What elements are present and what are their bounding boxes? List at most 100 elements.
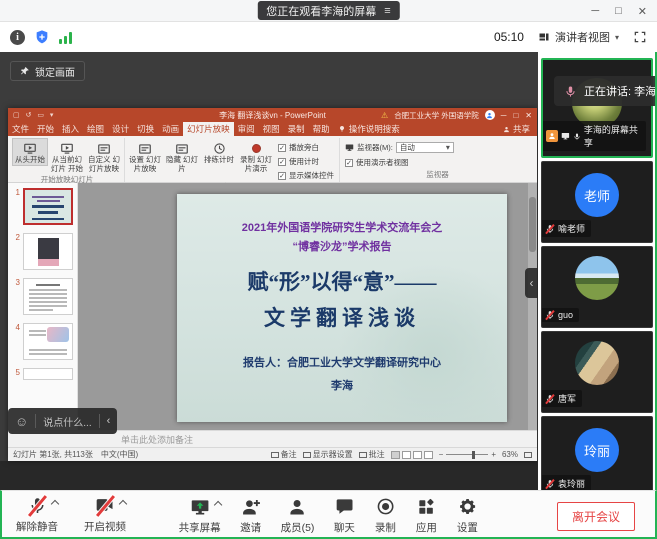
thumbnail-slide-4[interactable]: 4 [10, 323, 74, 360]
thumbnail-slide-5[interactable]: 5 [10, 368, 74, 380]
video-options-chevron[interactable] [119, 499, 127, 507]
setup-slideshow-button[interactable]: 设置 幻灯片放映 [127, 138, 163, 174]
slide-counter: 幻灯片 第1张, 共113张 [13, 449, 93, 460]
slideshow-view-button[interactable] [424, 451, 433, 459]
meeting-info-icon[interactable]: i [10, 30, 25, 45]
tab-transitions[interactable]: 切换 [133, 122, 158, 136]
video-tile-guo[interactable]: guo [541, 246, 653, 328]
group-label-monitors: 监视器 [342, 169, 533, 182]
chat-divider [99, 414, 100, 428]
shared-screen-area: 锁定画面 ▢ ↺ ▭ ▾ 李海 翻译浅谈vn - PowerPoint ⚠ 合肥… [0, 52, 538, 490]
ppt-close-button[interactable]: ✕ [525, 111, 532, 120]
tab-file[interactable]: 文件 [8, 122, 33, 136]
meeting-topbar: i 05:10 演讲者视图 ▾ [0, 22, 657, 52]
members-button[interactable]: 成员(5) [281, 496, 315, 535]
slide-icon [138, 142, 152, 156]
fullscreen-icon[interactable] [633, 30, 647, 44]
from-current-slide-button[interactable]: 从当前幻灯片 开始 [49, 138, 85, 174]
minimize-button[interactable]: ─ [591, 5, 599, 17]
slide-presenter-line1: 报告人：合肥工业大学文学翻译研究中心 [177, 354, 507, 370]
video-tile-tangjun[interactable]: 唐军 [541, 331, 653, 413]
unmute-label: 解除静音 [16, 519, 58, 534]
chat-button[interactable]: 聊天 [333, 496, 355, 535]
normal-view-button[interactable] [391, 451, 400, 459]
ppt-minimize-button[interactable]: ─ [501, 111, 507, 120]
tab-home[interactable]: 开始 [33, 122, 58, 136]
thumbnail-slide-3[interactable]: 3 [10, 278, 74, 315]
chat-collapse-icon[interactable]: ‹ [107, 415, 111, 427]
banner-menu-icon[interactable]: ≡ [384, 5, 390, 17]
zoom-slider[interactable] [446, 454, 488, 455]
chat-quick-input[interactable]: 说点什么... [43, 414, 91, 429]
video-tile-yulaoshi[interactable]: 老师 喻老师 [541, 161, 653, 243]
maximize-button[interactable]: □ [615, 5, 622, 17]
gear-icon [458, 497, 477, 516]
presenter-view-checkbox[interactable]: ✓使用演示者视图 [345, 157, 454, 168]
settings-button[interactable]: 设置 [456, 496, 478, 535]
main-area: 锁定画面 ▢ ↺ ▭ ▾ 李海 翻译浅谈vn - PowerPoint ⚠ 合肥… [0, 52, 657, 490]
custom-slideshow-button[interactable]: 自定义 幻灯片放映 [86, 138, 122, 174]
tab-review[interactable]: 审阅 [234, 122, 259, 136]
ppt-share-button[interactable]: 共享 [496, 122, 537, 136]
tab-animations[interactable]: 动画 [158, 122, 183, 136]
ppt-share-label: 共享 [513, 123, 530, 135]
video-tile-yuanlingli[interactable]: 玲丽 袁玲丽 [541, 416, 653, 490]
slide-icon [175, 142, 189, 156]
slide-thumbnail-panel: 1 2 3 [8, 183, 78, 430]
tab-draw[interactable]: 绘图 [83, 122, 108, 136]
notes-toggle-button[interactable]: 备注 [271, 449, 297, 460]
emoji-icon[interactable]: ☺ [15, 414, 28, 429]
use-timings-checkbox[interactable]: ✓使用计时 [278, 156, 334, 167]
thumbnail-slide-2[interactable]: 2 [10, 233, 74, 270]
share-screen-button[interactable]: 共享屏幕 [179, 496, 221, 535]
tab-insert[interactable]: 插入 [58, 122, 83, 136]
zoom-in-button[interactable]: + [491, 450, 496, 459]
record-button[interactable]: 录制 [374, 496, 396, 535]
sidebar-collapse-handle[interactable]: ‹ [525, 268, 538, 298]
tab-view[interactable]: 视图 [259, 122, 284, 136]
tell-me-search[interactable]: 操作说明搜索 [334, 122, 404, 136]
reading-view-button[interactable] [413, 451, 422, 459]
share-options-chevron[interactable] [213, 501, 221, 509]
fit-slide-button[interactable] [524, 452, 532, 458]
unmute-button[interactable]: 解除静音 [16, 495, 58, 534]
rehearse-timings-button[interactable]: 排练计时 [201, 138, 237, 166]
tab-slideshow[interactable]: 幻灯片放映 [183, 122, 234, 136]
language-indicator[interactable]: 中文(中国) [101, 449, 138, 460]
video-tile-lihai[interactable]: 李海的屏幕共享 [541, 58, 653, 158]
zoom-percentage[interactable]: 63% [502, 450, 518, 459]
hide-slide-button[interactable]: 隐藏 幻灯片 [164, 138, 200, 174]
invite-button[interactable]: 邀请 [240, 496, 262, 535]
speaking-indicator-tooltip: 正在讲话: 李海... [554, 76, 655, 106]
comments-toggle-button[interactable]: 批注 [359, 449, 385, 460]
ppt-account-avatar[interactable] [485, 110, 495, 120]
security-shield-icon[interactable] [34, 29, 50, 45]
avatar-guo [575, 256, 619, 300]
close-button[interactable]: ✕ [638, 5, 647, 18]
from-beginning-button[interactable]: 从头开始 [12, 138, 48, 166]
apps-button[interactable]: 应用 [415, 496, 437, 535]
canvas-scrollbar[interactable] [528, 183, 537, 430]
mic-options-chevron[interactable] [51, 499, 59, 507]
slide-canvas: 2021年外国语学院研究生学术交流年会之 “博睿沙龙”学术报告 赋“形”以得“意… [78, 183, 537, 430]
lock-view-button[interactable]: 锁定画面 [10, 61, 85, 81]
monitor-select[interactable]: 自动▾ [396, 142, 454, 153]
ppt-titlebar: ▢ ↺ ▭ ▾ 李海 翻译浅谈vn - PowerPoint ⚠ 合肥工业大学 … [8, 108, 537, 122]
display-settings-button[interactable]: 显示器设置 [303, 449, 353, 460]
ppt-quick-access-icons[interactable]: ▢ ↺ ▭ ▾ [13, 111, 55, 119]
zoom-out-button[interactable]: − [439, 450, 444, 459]
tab-record[interactable]: 录制 [284, 122, 309, 136]
tab-help[interactable]: 帮助 [309, 122, 334, 136]
thumbnail-slide-1[interactable]: 1 [10, 188, 74, 225]
sorter-view-button[interactable] [402, 451, 411, 459]
leave-meeting-button[interactable]: 离开会议 [557, 502, 635, 531]
tab-design[interactable]: 设计 [108, 122, 133, 136]
members-label: 成员(5) [281, 520, 315, 535]
record-slideshow-button[interactable]: 录制 幻灯片演示 [238, 138, 274, 174]
start-video-button[interactable]: 开启视频 [84, 495, 126, 534]
play-narrations-checkbox[interactable]: ✓播放旁白 [278, 142, 334, 153]
ppt-maximize-button[interactable]: □ [513, 111, 518, 120]
show-media-controls-checkbox[interactable]: ✓显示媒体控件 [278, 170, 334, 181]
ppt-title-right: ⚠ 合肥工业大学 外国语学院 ─ □ ✕ [381, 110, 532, 121]
view-mode-button[interactable]: 演讲者视图 ▾ [538, 29, 619, 45]
